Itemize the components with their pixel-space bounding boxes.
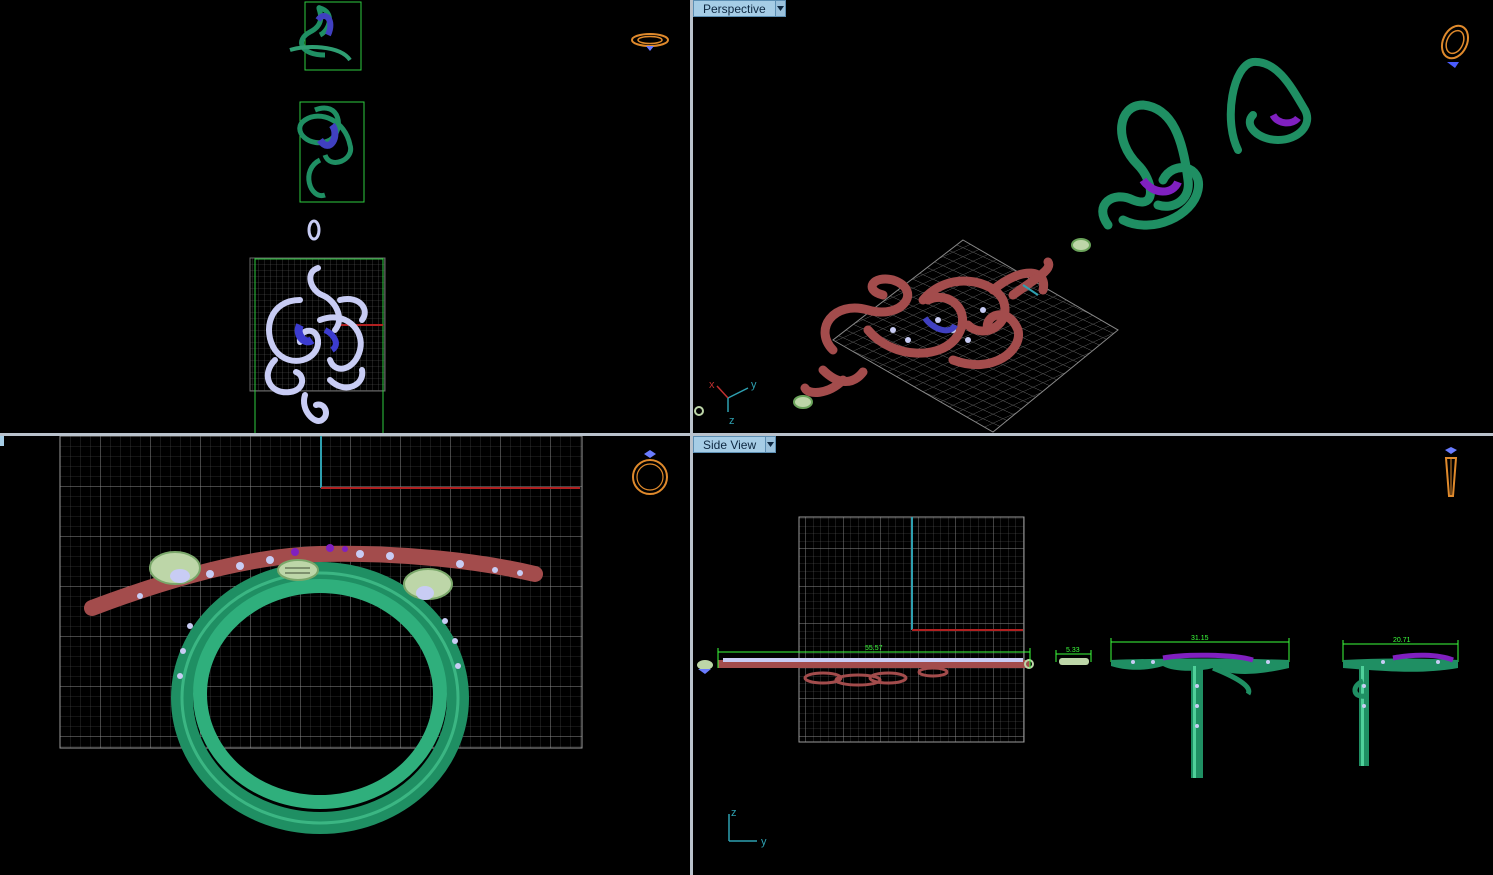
ring-front-view-icon[interactable] (630, 448, 670, 503)
ring-top-view-icon[interactable] (630, 30, 670, 57)
top-view-scene (249, 1, 386, 433)
earring-perspective-large (1098, 100, 1203, 230)
earring-side-large: 31.15 (1110, 635, 1290, 778)
side-viewport[interactable]: Side View 55.57 5.33 31.15 20.71 z y (693, 436, 1493, 875)
earring-perspective-small (1226, 57, 1311, 154)
ring-side-view-icon[interactable] (1441, 446, 1461, 505)
ring-perspective-icon[interactable] (1437, 22, 1473, 75)
connector-top (307, 219, 321, 241)
perspective-viewport[interactable]: Perspective y x z (693, 0, 1493, 433)
dimension-1-value: 55.57 (865, 645, 883, 652)
side-axis-tripod: z y (728, 807, 767, 848)
dimension-3-value: 31.15 (1191, 635, 1209, 642)
earring-top-small (289, 1, 362, 71)
axis-x-label: x (709, 379, 715, 391)
front-view-scene (59, 436, 583, 834)
connector-side: 5.33 (1055, 647, 1092, 665)
chevron-down-icon[interactable] (775, 0, 786, 17)
earring-top-large (297, 101, 365, 203)
perspective-view-selector[interactable]: Perspective (693, 0, 786, 17)
side-view-label[interactable]: Side View (693, 436, 767, 453)
axis-y-label: y (751, 379, 757, 391)
front-viewport[interactable] (0, 436, 690, 875)
side-view-scene: 55.57 5.33 31.15 20.71 z y (697, 516, 1459, 848)
axis-z-label: z (729, 415, 735, 427)
earring-side-small: 20.71 (1342, 637, 1459, 766)
side-axis-z-label: z (731, 807, 737, 819)
side-view-selector[interactable]: Side View (693, 436, 777, 453)
dimension-2-value: 5.33 (1066, 647, 1080, 654)
dimension-4-value: 20.71 (1393, 637, 1411, 644)
top-viewport[interactable] (0, 0, 690, 433)
axis-tripod: y x z (709, 379, 757, 427)
perspective-label[interactable]: Perspective (693, 0, 776, 17)
side-axis-y-label: y (761, 836, 767, 848)
chevron-down-icon[interactable] (766, 436, 777, 453)
perspective-scene: y x z (694, 57, 1311, 433)
